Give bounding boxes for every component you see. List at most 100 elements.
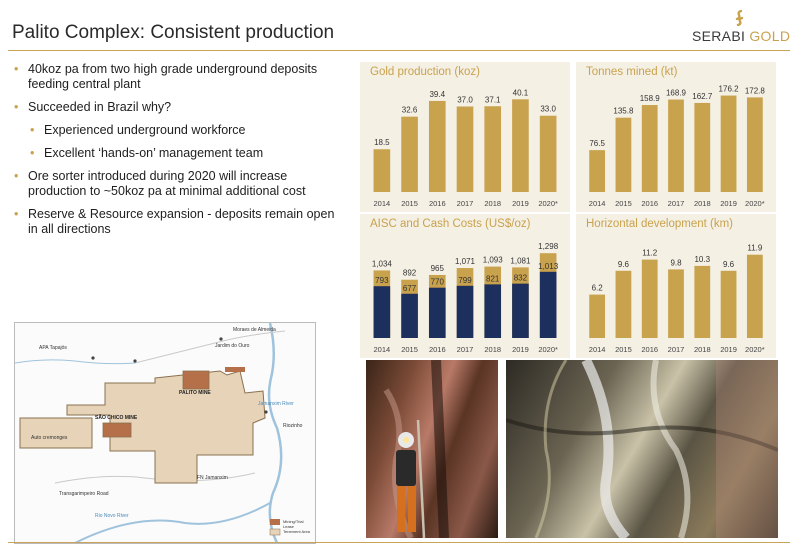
x-tick-label: 2017 bbox=[457, 199, 474, 208]
data-label: 1,071 bbox=[455, 257, 476, 266]
x-tick-label: 2015 bbox=[401, 199, 418, 208]
bar-cash-cost bbox=[512, 283, 529, 338]
x-tick-label: 2017 bbox=[668, 199, 685, 208]
x-tick-label: 2016 bbox=[641, 345, 658, 354]
x-tick-label: 2018 bbox=[484, 199, 501, 208]
map-label: Rio Novo River bbox=[95, 513, 129, 519]
bar bbox=[615, 117, 632, 192]
x-tick-label: 2018 bbox=[694, 199, 711, 208]
data-label: 9.6 bbox=[618, 260, 630, 269]
data-label: 793 bbox=[375, 276, 389, 285]
chart-svg: 76.5 2014 135.8 2015 158.9 2016 168.9 2017 162.7… bbox=[589, 85, 766, 208]
data-label: 965 bbox=[431, 264, 445, 273]
photo-graphic bbox=[383, 360, 449, 538]
x-tick-label: 2019 bbox=[720, 345, 737, 354]
bullet-dot-icon: • bbox=[30, 123, 35, 137]
photo-graphic bbox=[506, 360, 778, 538]
data-label: 158.9 bbox=[640, 94, 661, 103]
underground-miner-photo bbox=[366, 360, 498, 538]
bar-cash-cost bbox=[456, 285, 474, 338]
bar bbox=[401, 116, 418, 192]
footer-divider bbox=[8, 542, 790, 543]
bar-cash-cost bbox=[428, 287, 446, 338]
data-label: 10.3 bbox=[694, 255, 710, 264]
x-tick-label: 2016 bbox=[429, 199, 446, 208]
map-label: Jardim do Ouro bbox=[215, 343, 250, 349]
bar-cash-cost bbox=[484, 284, 502, 338]
x-tick-label: 2015 bbox=[615, 199, 632, 208]
bullet-list: • 40koz pa from two high grade undergroun… bbox=[14, 62, 340, 245]
x-tick-label: 2020* bbox=[538, 345, 558, 354]
bullet-item: • Reserve & Resource expansion - deposits… bbox=[14, 207, 340, 237]
data-label: 677 bbox=[403, 284, 417, 293]
bar bbox=[615, 270, 632, 338]
location-map: APA Tapajós Jardim do Ouro Moraes de Alm… bbox=[14, 322, 316, 544]
data-label: 892 bbox=[403, 269, 417, 278]
bar-cash-cost bbox=[401, 293, 418, 338]
gold-production-chart: Gold production (koz) 18.5 2014 32.6 2015 39… bbox=[360, 62, 570, 212]
header-divider bbox=[8, 50, 790, 51]
map-label: Auto cremonges bbox=[31, 435, 68, 441]
data-label: 40.1 bbox=[513, 88, 529, 97]
logo-mark-icon bbox=[735, 10, 744, 26]
bullet-dot-icon: • bbox=[14, 100, 19, 114]
data-label: 32.6 bbox=[402, 106, 418, 115]
bar bbox=[746, 97, 763, 192]
serabi-gold-logo: SERABI GOLD bbox=[690, 8, 790, 44]
x-tick-label: 2018 bbox=[694, 345, 711, 354]
bullet-text: Excellent ‘hands-on’ management team bbox=[44, 146, 264, 160]
data-label: 11.2 bbox=[642, 249, 658, 258]
x-tick-label: 2019 bbox=[720, 199, 737, 208]
chart-svg: 6.2 2014 9.6 2015 11.2 2016 9.8 2017 10.3 2018 9.6… bbox=[589, 244, 765, 354]
map-label: APA Tapajós bbox=[39, 345, 67, 351]
data-label: 37.1 bbox=[485, 95, 501, 104]
data-label: 33.0 bbox=[540, 105, 556, 114]
bar bbox=[512, 99, 529, 192]
map-legend-label: Mining/Trial Lease bbox=[283, 519, 304, 529]
bar bbox=[641, 105, 658, 192]
map-graphic bbox=[15, 323, 286, 543]
x-tick-label: 2014 bbox=[374, 345, 391, 354]
horizontal-development-chart: Horizontal development (km) 6.2 2014 9.6 20… bbox=[576, 214, 776, 358]
logo-wordmark: SERABI GOLD bbox=[692, 28, 790, 44]
x-tick-label: 2018 bbox=[484, 345, 501, 354]
data-label: 135.8 bbox=[613, 107, 634, 116]
map-label: PALITO MINE bbox=[179, 390, 211, 396]
sub-bullet-item: • Experienced underground workforce bbox=[30, 123, 340, 138]
data-label: 1,081 bbox=[510, 256, 531, 265]
map-label: Moraes de Almeida bbox=[233, 327, 276, 333]
bullet-dot-icon: • bbox=[14, 169, 19, 183]
map-label: SÃO CHICO MINE bbox=[95, 415, 138, 421]
map-legend-label: Tenement Area bbox=[283, 529, 310, 534]
bullet-dot-icon: • bbox=[14, 62, 19, 76]
x-tick-label: 2020* bbox=[538, 199, 558, 208]
x-tick-label: 2020* bbox=[745, 345, 765, 354]
bar bbox=[694, 265, 711, 338]
bar bbox=[746, 254, 763, 338]
bullet-text: Experienced underground workforce bbox=[44, 123, 246, 137]
bar bbox=[589, 150, 606, 192]
data-label: 770 bbox=[431, 278, 445, 287]
bar-cash-cost bbox=[539, 271, 557, 338]
bullet-text: Reserve & Resource expansion - deposits … bbox=[28, 207, 335, 236]
bar bbox=[484, 106, 502, 192]
data-label: 1,298 bbox=[538, 242, 559, 251]
data-label: 37.0 bbox=[457, 95, 473, 104]
bar bbox=[373, 149, 391, 192]
x-tick-label: 2014 bbox=[374, 199, 391, 208]
bullet-item: • Ore sorter introduced during 2020 will … bbox=[14, 169, 340, 199]
tonnes-mined-chart: Tonnes mined (kt) 76.5 2014 135.8 2015 158.9… bbox=[576, 62, 776, 212]
x-tick-label: 2015 bbox=[401, 345, 418, 354]
data-label: 1,034 bbox=[372, 259, 393, 268]
data-label: 168.9 bbox=[666, 89, 687, 98]
aisc-cash-costs-chart: AISC and Cash Costs (US$/oz) 1,034 793 201… bbox=[360, 214, 570, 358]
data-label: 172.8 bbox=[745, 86, 766, 95]
bullet-item: • Succeeded in Brazil why? bbox=[14, 100, 340, 115]
bar-cash-cost bbox=[373, 286, 391, 338]
bar bbox=[694, 102, 711, 192]
bullet-dot-icon: • bbox=[30, 146, 35, 160]
sub-bullet-item: • Excellent ‘hands-on’ management team bbox=[30, 146, 340, 161]
mineral-vein-photo bbox=[506, 360, 778, 538]
data-label: 821 bbox=[486, 274, 500, 283]
data-label: 11.9 bbox=[747, 244, 763, 253]
